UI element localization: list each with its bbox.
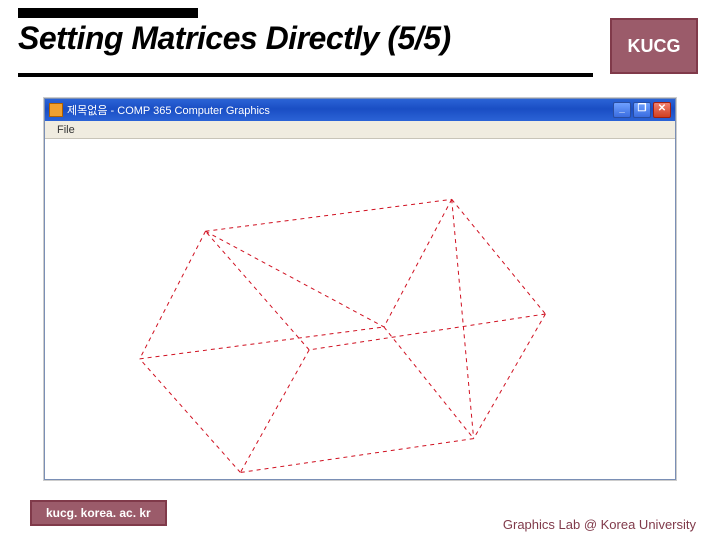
wire-edge [240, 439, 473, 473]
footer-credit: Graphics Lab @ Korea University [503, 517, 696, 532]
wire-edge [140, 231, 206, 359]
wire-edge [140, 359, 241, 473]
menu-file[interactable]: File [51, 123, 81, 137]
wire-edge [452, 199, 474, 438]
top-accent-bar [18, 8, 198, 18]
window-controls: _ ❐ ✕ [613, 102, 671, 118]
wire-edge [205, 231, 383, 327]
slide-title: Setting Matrices Directly (5/5) [18, 20, 451, 57]
canvas-area [45, 139, 675, 479]
slide: Setting Matrices Directly (5/5) KUCG 제목없… [0, 0, 720, 540]
maximize-button[interactable]: ❐ [633, 102, 651, 118]
app-icon [49, 103, 63, 117]
wire-edge [474, 314, 546, 439]
wire-edge [384, 327, 474, 439]
footer-url-tab: kucg. korea. ac. kr [30, 500, 167, 526]
wire-edge [205, 231, 309, 350]
menubar: File [45, 121, 675, 139]
title-underline [18, 73, 593, 77]
wire-edge [384, 199, 452, 327]
close-button[interactable]: ✕ [653, 102, 671, 118]
wire-edge [140, 327, 384, 359]
wire-edge [205, 199, 451, 231]
logo-box: KUCG [610, 18, 698, 74]
wire-edge [240, 350, 309, 473]
app-window: 제목없음 - COMP 365 Computer Graphics _ ❐ ✕ … [44, 98, 676, 480]
wire-edge [452, 199, 546, 314]
window-titlebar[interactable]: 제목없음 - COMP 365 Computer Graphics _ ❐ ✕ [45, 99, 675, 121]
title-row: Setting Matrices Directly (5/5) [18, 20, 702, 57]
window-title: 제목없음 - COMP 365 Computer Graphics [67, 102, 613, 118]
wire-edge [309, 314, 545, 350]
wireframe-svg [45, 139, 675, 479]
minimize-button[interactable]: _ [613, 102, 631, 118]
